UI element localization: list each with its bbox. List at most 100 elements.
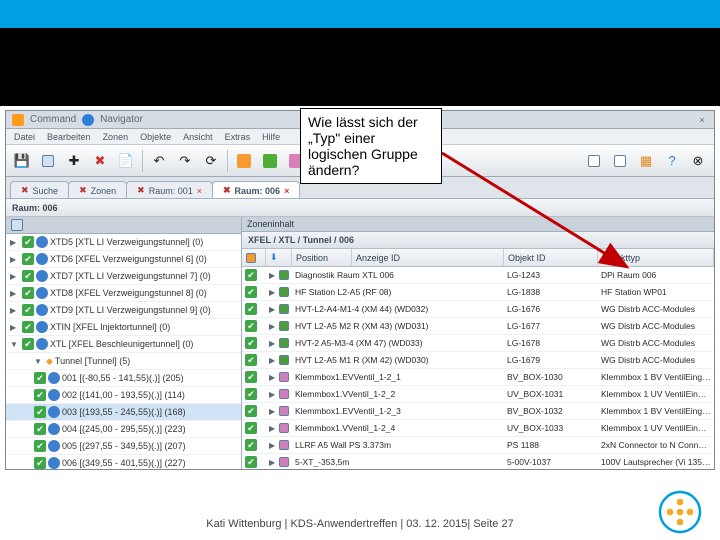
tab-raum-001[interactable]: ✖Raum: 001×: [126, 181, 213, 198]
titlebar-close-icon[interactable]: ×: [696, 114, 708, 126]
grid-row[interactable]: ✔▶5-XT_-353,5m5-00V-1037100V Lautspreche…: [242, 454, 714, 469]
tool-blank1-icon[interactable]: [582, 149, 606, 173]
hdr-objektid[interactable]: Objekt ID: [504, 249, 598, 266]
tree-row[interactable]: ▶✔XTD5 [XTL LI Verzweigungstunnel] (0): [6, 234, 241, 251]
tree-label: 006 [(349,55 - 401,55)(.)] (227): [62, 458, 186, 468]
tool-zone-icon[interactable]: [36, 149, 60, 173]
grid-row[interactable]: ✔▶Diagnostik Raum XTL 006LG-1243DPi Raum…: [242, 267, 714, 284]
expand-icon[interactable]: ▶: [10, 272, 20, 281]
tree-child[interactable]: ✔004 [(245,00 - 295,55)(.)] (223): [6, 421, 241, 438]
expand-icon[interactable]: ▶: [10, 255, 20, 264]
cell-objektid: UV_BOX-1031: [504, 389, 598, 399]
collapse-icon[interactable]: ▼: [34, 357, 44, 366]
tree-child-header[interactable]: ▼◆Tunnel [Tunnel] (5): [6, 353, 241, 370]
grid-row[interactable]: ✔▶LLRF A5 Wall PS 3.373mPS 11882xN Conne…: [242, 437, 714, 454]
expand-icon[interactable]: ▶: [269, 458, 279, 467]
expand-icon[interactable]: ▶: [269, 339, 279, 348]
expand-icon[interactable]: ▶: [10, 306, 20, 315]
expand-icon[interactable]: ▶: [269, 356, 279, 365]
tree-row[interactable]: ▶✔XTD7 [XTL LI Verzweigungstunnel 7] (0): [6, 268, 241, 285]
expand-icon[interactable]: ▶: [269, 288, 279, 297]
expand-icon[interactable]: ▶: [10, 323, 20, 332]
tool-grid-icon[interactable]: ▦: [634, 149, 658, 173]
grid-row[interactable]: ✔▶HVT-L2-A4-M1-4 (XM 44) (WD032)LG-1676W…: [242, 301, 714, 318]
tree-row[interactable]: ▼✔XTL [XFEL Beschleunigertunnel] (0): [6, 336, 241, 353]
expand-icon[interactable]: ▶: [269, 322, 279, 331]
tree-label: XTD6 [XFEL Verzweigungstunnel 6] (0): [50, 254, 207, 264]
grid-row[interactable]: ✔▶Klemmbox1.VVentil_1-2_2UV_BOX-1031Klem…: [242, 386, 714, 403]
grid-row[interactable]: ✔▶HVT-2 A5-M3-4 (XM 47) (WD033)LG-1678WG…: [242, 335, 714, 352]
tree-child[interactable]: ✔001 [(-80,55 - 141,55)(.)] (205): [6, 370, 241, 387]
tool-doc-icon[interactable]: 📄: [114, 149, 138, 173]
menu-hilfe[interactable]: Hilfe: [262, 132, 280, 142]
cell-objekttyp: Klemmbox 1 BV VentilEingang: [598, 372, 714, 382]
tree-child[interactable]: ✔003 [(193,55 - 245,55)(.)] (168): [6, 404, 241, 421]
tree-label: 004 [(245,00 - 295,55)(.)] (223): [62, 424, 186, 434]
expand-icon[interactable]: ▶: [269, 271, 279, 280]
cell-objektid: LG-1676: [504, 304, 598, 314]
grid-row[interactable]: ✔▶HVT L2-A5 M1 R (XM 42) (WD030)LG-1679W…: [242, 352, 714, 369]
menu-ansicht[interactable]: Ansicht: [183, 132, 213, 142]
hdr-objekttyp[interactable]: Objekttyp: [598, 249, 714, 266]
expand-icon[interactable]: ▶: [10, 238, 20, 247]
tab-label: Raum: 001: [149, 186, 193, 196]
tool-orange-icon[interactable]: [232, 149, 256, 173]
tool-delete-icon[interactable]: ✖: [88, 149, 112, 173]
menu-zonen[interactable]: Zonen: [103, 132, 129, 142]
column-headers: ⬇ Position Anzeige ID Objekt ID Objektty…: [242, 249, 714, 267]
grid-row[interactable]: ✔▶Klemmbox1.EVVentil_1-2_1BV_BOX-1030Kle…: [242, 369, 714, 386]
tool-blank2-icon[interactable]: [608, 149, 632, 173]
hdr-icon2: ⬇: [270, 252, 278, 263]
tree-label: XTD9 [XTL LI Verzweigungstunnel 9] (0): [50, 305, 211, 315]
grid-row[interactable]: ✔▶Klemmbox1.VVentil_1-2_4UV_BOX-1033Klem…: [242, 420, 714, 437]
obj-icon: [279, 372, 289, 382]
obj-icon: [279, 389, 289, 399]
tree-row[interactable]: ▶✔XTD9 [XTL LI Verzweigungstunnel 9] (0): [6, 302, 241, 319]
tree-label: 003 [(193,55 - 245,55)(.)] (168): [62, 407, 186, 417]
tool-undo-icon[interactable]: ↶: [147, 149, 171, 173]
menu-extras[interactable]: Extras: [225, 132, 251, 142]
expand-icon[interactable]: ▶: [269, 441, 279, 450]
menu-bearbeiten[interactable]: Bearbeiten: [47, 132, 91, 142]
hdr-anzeige[interactable]: Anzeige ID: [352, 249, 504, 266]
grid-row[interactable]: ✔▶Klemmbox1.EVVentil_1-2_3BV_BOX-1032Kle…: [242, 403, 714, 420]
tab-raum-006[interactable]: ✖Raum: 006×: [212, 181, 300, 198]
tree-row[interactable]: ▶✔XTD6 [XFEL Verzweigungstunnel 6] (0): [6, 251, 241, 268]
tree-child[interactable]: ✔002 [(141,00 - 193,55)(.)] (114): [6, 387, 241, 404]
grid-row[interactable]: ✔▶HVT L2-A5 M2 R (XM 43) (WD031)LG-1677W…: [242, 318, 714, 335]
cell-anzeige: Klemmbox1.VVentil_1-2_4: [292, 423, 504, 433]
shield-icon: ✔: [245, 371, 257, 383]
menu-objekte[interactable]: Objekte: [140, 132, 171, 142]
tab-suche[interactable]: ✖Suche: [10, 181, 69, 198]
cell-objekttyp: HF Station WP01: [598, 287, 714, 297]
tool-help-icon[interactable]: ?: [660, 149, 684, 173]
expand-icon[interactable]: ▶: [269, 373, 279, 382]
tab-zonen[interactable]: ✖Zonen: [68, 181, 127, 198]
expand-icon[interactable]: ▶: [269, 390, 279, 399]
shield-icon: ✔: [245, 456, 257, 468]
tool-new-icon[interactable]: ✚: [62, 149, 86, 173]
tree-child[interactable]: ✔005 [(297,55 - 349,55)(.)] (207): [6, 438, 241, 455]
cell-anzeige: HVT-2 A5-M3-4 (XM 47) (WD033): [292, 338, 504, 348]
tool-refresh-icon[interactable]: ⟳: [199, 149, 223, 173]
menu-datei[interactable]: Datei: [14, 132, 35, 142]
grid-row[interactable]: ✔▶HF Station L2-A5 (RF 08)LG-1838HF Stat…: [242, 284, 714, 301]
raum-bar: Raum: 006: [6, 199, 714, 217]
tab-label: Zonen: [91, 186, 117, 196]
tool-save-icon[interactable]: 💾: [10, 149, 34, 173]
expand-icon[interactable]: ▶: [269, 424, 279, 433]
expand-icon[interactable]: ▶: [269, 407, 279, 416]
collapse-icon[interactable]: ▼: [10, 340, 20, 349]
hdr-position[interactable]: Position: [292, 249, 352, 266]
tree-row[interactable]: ▶✔XTIN [XFEL Injektortunnel] (0): [6, 319, 241, 336]
tree-row[interactable]: ▶✔XTD8 [XFEL Verzweigungstunnel 8] (0): [6, 285, 241, 302]
tree-child[interactable]: ✔006 [(349,55 - 401,55)(.)] (227): [6, 455, 241, 469]
shield-icon: ✔: [245, 303, 257, 315]
expand-icon[interactable]: ▶: [10, 289, 20, 298]
cell-objekttyp: 100V Lautsprecher (Vi 1350-Ty): [598, 457, 714, 467]
tool-redo-icon[interactable]: ↷: [173, 149, 197, 173]
tool-green-icon[interactable]: [258, 149, 282, 173]
tool-close2-icon[interactable]: ⊗: [686, 149, 710, 173]
cell-objektid: PS 1188: [504, 440, 598, 450]
expand-icon[interactable]: ▶: [269, 305, 279, 314]
